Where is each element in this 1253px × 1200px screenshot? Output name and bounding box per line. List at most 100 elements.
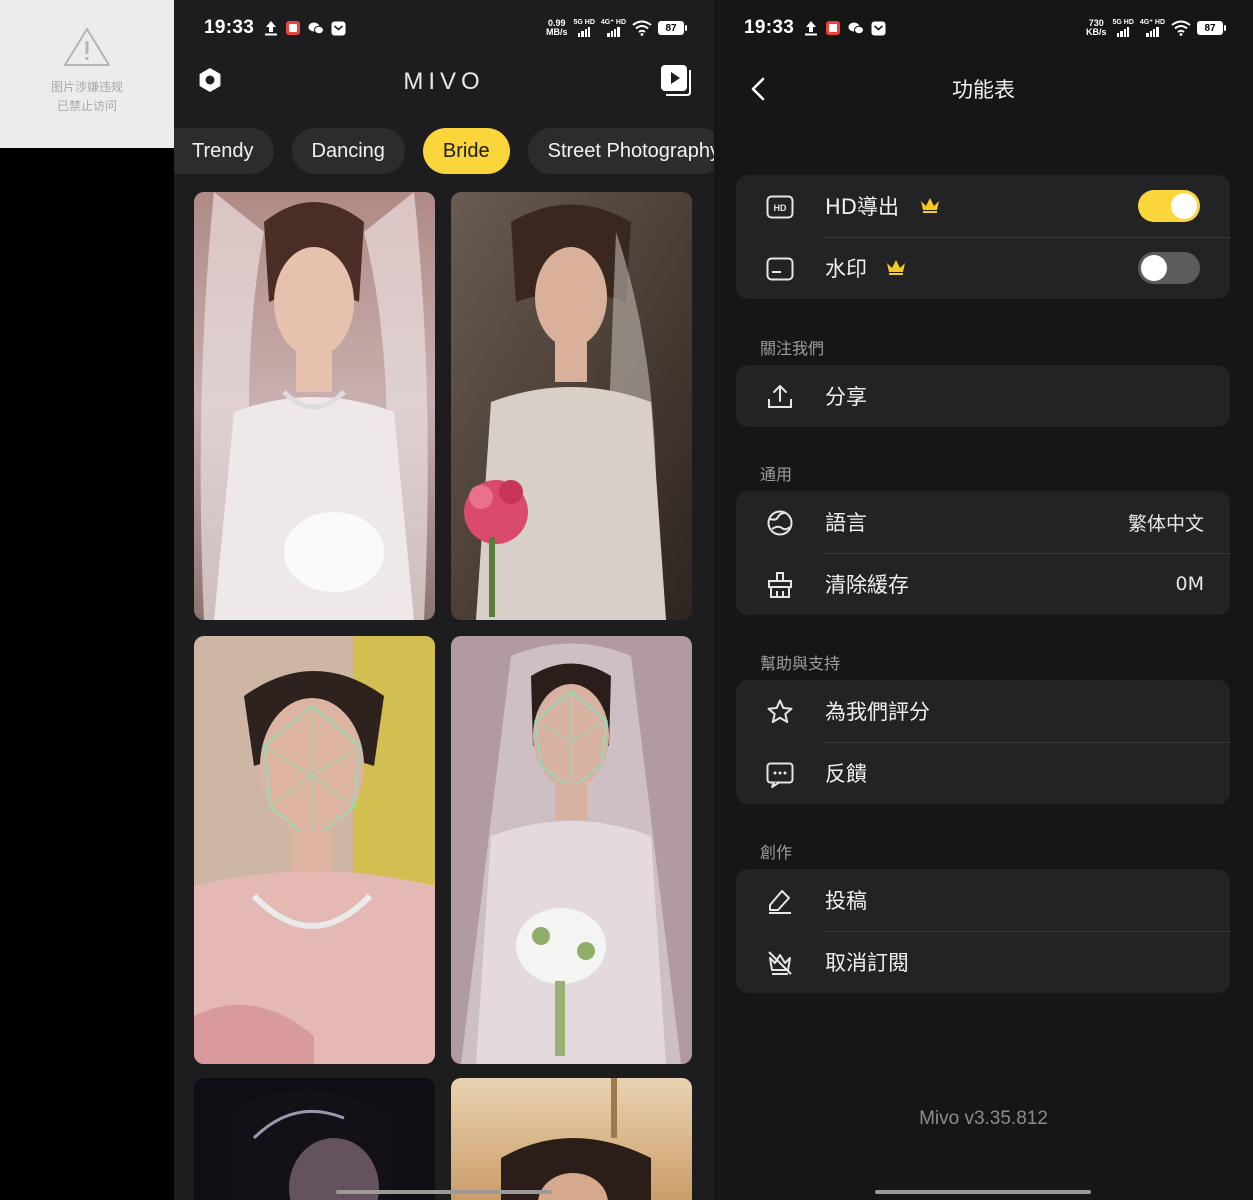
message-icon	[871, 21, 886, 35]
template-card[interactable]	[451, 192, 692, 620]
network-speed: 0.99 MB/s	[546, 19, 568, 37]
blocked-image-placeholder: 图片涉嫌违规 已禁止访问	[0, 0, 174, 148]
upload-arrow-icon	[265, 21, 278, 36]
section-label-create: 創作	[760, 843, 793, 862]
signal-5g: 5G HD	[1113, 19, 1134, 37]
wechat-icon	[848, 22, 865, 35]
submit-label: 投稿	[825, 889, 867, 913]
home-indicator	[875, 1190, 1091, 1194]
warning-icon	[64, 28, 110, 66]
bride-photo-thumbnail	[451, 1078, 692, 1200]
general-group: 語言 繁体中文 清除緩存 0M	[736, 491, 1230, 615]
status-time: 19:33	[744, 17, 795, 38]
signal-bars-icon	[577, 27, 591, 37]
submit-row[interactable]: 投稿	[736, 869, 1230, 931]
feedback-icon	[766, 762, 794, 788]
tab-street-photography-label: Street Photography	[547, 139, 714, 162]
video-library-button[interactable]	[660, 64, 692, 100]
template-card[interactable]	[194, 192, 435, 620]
blocked-message-line1: 图片涉嫌违规	[50, 80, 123, 94]
unsubscribe-row[interactable]: 取消訂閱	[736, 931, 1230, 993]
status-right-icons: 730 KB/s 5G HD 4G⁺ HD 87	[1085, 19, 1226, 37]
watermark-row[interactable]: 水印	[736, 237, 1230, 299]
clear-cache-label: 清除緩存	[825, 573, 909, 597]
watermark-icon	[766, 257, 794, 281]
tab-dancing[interactable]: Dancing	[291, 128, 405, 174]
toggle-knob	[1141, 255, 1167, 281]
gear-icon	[199, 68, 221, 92]
menu-screen: 19:33 730 KB/s 5G HD 4G⁺ HD 87 功能表 HD HD…	[714, 0, 1253, 1200]
play-video-icon	[661, 65, 691, 96]
status-notification-icons	[804, 20, 886, 36]
hd-export-toggle[interactable]	[1138, 190, 1200, 222]
share-label: 分享	[825, 385, 867, 409]
battery-indicator: 87	[1197, 21, 1226, 35]
clear-cache-row[interactable]: 清除緩存 0M	[736, 553, 1230, 615]
app-logo-title: MIVO	[403, 68, 485, 95]
cache-size-value: 0M	[1175, 573, 1204, 595]
back-button[interactable]	[748, 76, 770, 106]
unsubscribe-label: 取消訂閱	[825, 951, 909, 975]
network-speed-unit: KB/s	[1085, 27, 1107, 37]
chevron-left-icon	[751, 77, 765, 101]
signal-5g-label: 5G HD	[573, 19, 595, 26]
bride-photo-thumbnail	[451, 192, 692, 620]
hd-export-row[interactable]: HD HD導出	[736, 175, 1230, 237]
edit-submit-icon	[769, 890, 791, 914]
toggle-knob	[1171, 193, 1197, 219]
tab-bride[interactable]: Bride	[422, 128, 510, 174]
broom-icon	[768, 572, 792, 598]
app-notification-icon	[826, 21, 841, 35]
template-card[interactable]	[451, 636, 692, 1064]
globe-icon	[767, 510, 793, 536]
follow-group: 分享	[736, 365, 1230, 427]
language-row[interactable]: 語言 繁体中文	[736, 491, 1230, 553]
screenshot-root: 图片涉嫌违规 已禁止访问 19:33 0.99 MB/s 5G HD 4G⁺ H…	[0, 0, 1253, 1200]
template-card[interactable]	[194, 1078, 435, 1200]
rate-us-row[interactable]: 為我們評分	[736, 680, 1230, 742]
bride-photo-thumbnail	[451, 636, 692, 1064]
section-label-follow: 關注我們	[760, 339, 825, 358]
rate-us-label: 為我們評分	[825, 700, 930, 724]
tab-trendy[interactable]: Trendy	[174, 128, 274, 174]
language-label: 語言	[825, 511, 867, 535]
app-version: Mivo v3.35.812	[919, 1108, 1048, 1129]
blocked-message: 图片涉嫌违规 已禁止访问	[51, 78, 123, 116]
status-time: 19:33	[204, 17, 255, 38]
battery-indicator: 87	[658, 21, 687, 35]
signal-4g-label: 4G⁺ HD	[1139, 19, 1165, 26]
bride-photo-thumbnail	[194, 192, 435, 620]
bride-photo-thumbnail	[194, 1078, 435, 1200]
feedback-row[interactable]: 反饋	[736, 742, 1230, 804]
wifi-icon	[632, 20, 652, 36]
share-icon	[768, 385, 792, 408]
signal-bars-icon	[607, 27, 620, 37]
section-label-general: 通用	[760, 465, 793, 484]
crown-cancel-icon	[768, 951, 792, 975]
status-right-icons: 0.99 MB/s 5G HD 4G⁺ HD 87	[546, 19, 687, 37]
signal-4g: 4G⁺ HD	[1140, 19, 1165, 37]
network-speed-unit: MB/s	[545, 27, 568, 37]
home-indicator	[336, 1190, 552, 1194]
share-row[interactable]: 分享	[736, 365, 1230, 427]
crown-icon	[921, 198, 939, 213]
wifi-icon	[1171, 20, 1191, 36]
hd-export-label: HD導出	[825, 195, 899, 219]
status-bar: 19:33 0.99 MB/s 5G HD 4G⁺ HD 87	[174, 0, 714, 56]
mivo-home-screen: 19:33 0.99 MB/s 5G HD 4G⁺ HD 87 MIVO Tre…	[174, 0, 714, 1200]
watermark-toggle[interactable]	[1138, 252, 1200, 284]
help-group: 為我們評分 反饋	[736, 680, 1230, 804]
tab-street-photography[interactable]: Street Photography	[527, 128, 714, 174]
page-title: 功能表	[952, 78, 1015, 102]
app-header: MIVO	[174, 56, 714, 108]
template-card[interactable]	[194, 636, 435, 1064]
status-notification-icons	[264, 20, 346, 36]
star-icon	[767, 699, 793, 723]
app-notification-icon	[286, 21, 301, 35]
svg-text:HD: HD	[774, 203, 787, 213]
blocked-message-line2: 已禁止访问	[56, 99, 117, 113]
template-card[interactable]	[451, 1078, 692, 1200]
language-value: 繁体中文	[1127, 512, 1204, 535]
crown-icon	[887, 260, 905, 275]
settings-button[interactable]	[196, 66, 224, 98]
